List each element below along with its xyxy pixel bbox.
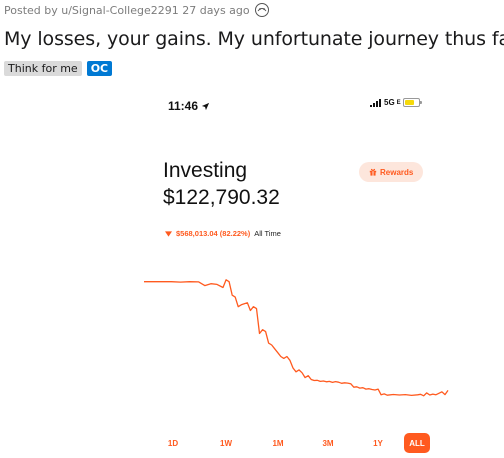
rewards-label: Rewards: [380, 167, 414, 177]
account-title: Investing: [163, 159, 248, 182]
post-meta-text: Posted by u/Signal-College2291 27 days a…: [4, 3, 250, 17]
change-amount: $568,013.04 (82.22%): [176, 229, 251, 238]
gift-icon: [369, 168, 377, 176]
award-icon[interactable]: [254, 2, 270, 18]
network-label: 5G: [384, 98, 395, 107]
change-row: $568,013.04 (82.22%) All Time: [165, 229, 281, 238]
signal-bars-icon: [370, 98, 381, 107]
status-time-text: 11:46: [168, 99, 199, 113]
location-arrow-icon: [201, 102, 210, 110]
account-value: $122,790.32: [163, 186, 280, 209]
range-tab-3m[interactable]: 3M: [313, 433, 343, 453]
change-period: All Time: [254, 229, 281, 238]
range-tab-1m[interactable]: 1M: [263, 433, 293, 453]
rewards-button[interactable]: Rewards: [359, 162, 424, 182]
post-meta: Posted by u/Signal-College2291 27 days a…: [4, 2, 270, 18]
range-tab-all[interactable]: ALL: [404, 433, 430, 453]
flair-oc[interactable]: OC: [86, 61, 113, 76]
range-tab-1y[interactable]: 1Y: [363, 433, 393, 453]
post-title[interactable]: My losses, your gains. My unfortunate jo…: [4, 28, 504, 50]
range-selector: 1D 1W 1M 3M 1Y ALL: [150, 433, 440, 455]
flair-row: Think for me OC: [4, 61, 113, 76]
portfolio-chart[interactable]: [140, 270, 452, 420]
status-time: 11:46: [168, 99, 210, 113]
network-suffix: E: [396, 99, 401, 106]
portfolio-line: [144, 279, 449, 397]
down-triangle-icon: [165, 230, 172, 237]
range-tab-1d[interactable]: 1D: [158, 433, 188, 453]
flair-think-for-me[interactable]: Think for me: [4, 61, 82, 76]
battery-icon: [402, 98, 422, 107]
status-bar-right: 5G E: [370, 98, 422, 107]
range-tab-1w[interactable]: 1W: [211, 433, 241, 453]
